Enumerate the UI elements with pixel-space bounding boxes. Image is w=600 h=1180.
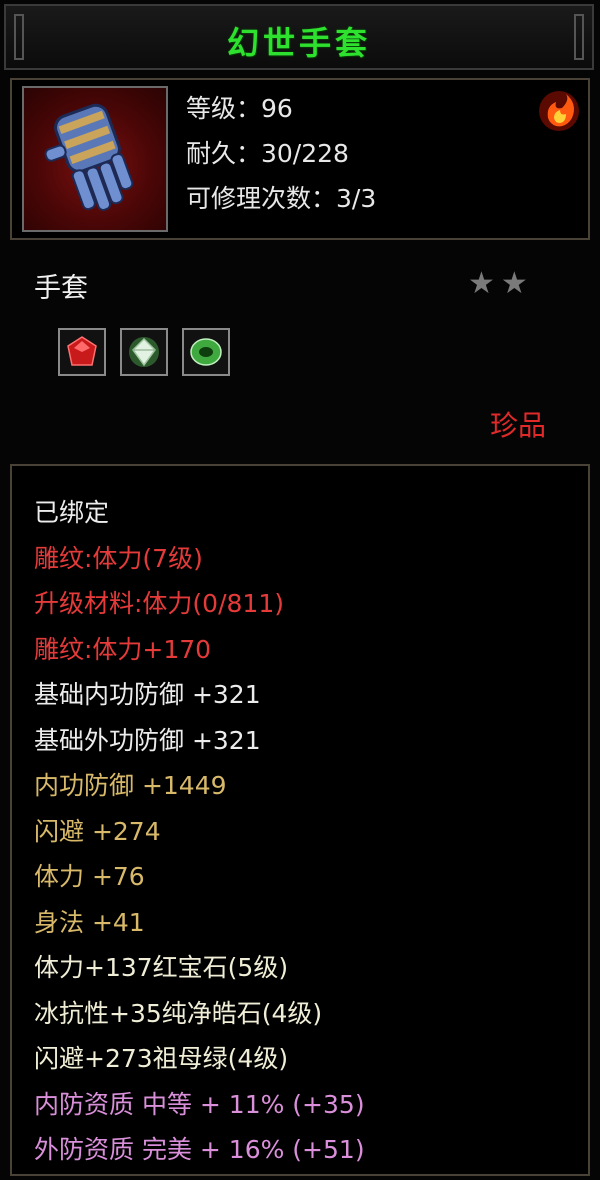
item-stats: 等级：96 耐久：30/228 可修理次数：3/3 [186,86,376,221]
stat-repair-count: 可修理次数：3/3 [186,184,377,213]
item-title: 幻世手套 [226,24,371,62]
attr-inner-quality: 内防资质 中等 + 11% (+35) [34,1089,365,1119]
title-bar: 幻世手套 [4,4,594,70]
attr-evasion: 闪避 +274 [34,816,161,846]
attribute-list: 已绑定 雕纹:体力(7级) 升级材料:体力(0/811) 雕纹:体力+170 基… [34,490,365,1173]
attr-base-outer-defense: 基础外功防御 +321 [34,725,261,755]
attr-agility: 身法 +41 [34,907,145,937]
ruby-gem-icon[interactable] [58,328,106,376]
attr-gem-emerald: 闪避+273祖母绿(4级) [34,1044,289,1073]
fire-element-icon [536,88,582,134]
attr-gem-diamond: 冰抗性+35纯净皓石(4级) [34,998,323,1028]
item-star-rating: ★★ [468,266,534,301]
rarity-label: 珍品 [490,409,547,442]
attr-bound: 已绑定 [34,498,110,527]
attr-base-inner-defense: 基础内功防御 +321 [34,680,261,709]
item-tooltip: 幻世手套 等级：96 耐久：30/228 可修理次数：3/3 手套 ★★ 珍品 … [0,0,600,1180]
diamond-gem-icon[interactable] [120,328,168,376]
emerald-gem-icon[interactable] [182,328,230,376]
attr-engrave-level: 雕纹:体力(7级) [34,543,203,573]
stat-durability: 耐久：30/228 [186,139,349,168]
attr-gem-ruby: 体力+137红宝石(5级) [34,953,289,982]
gauntlet-item-icon [22,86,168,232]
stat-level: 等级：96 [186,94,293,123]
attr-upgrade-material: 升级材料:体力(0/811) [34,589,284,618]
item-type: 手套 [34,273,88,304]
attr-engrave-bonus: 雕纹:体力+170 [34,634,212,664]
attr-outer-quality: 外防资质 完美 + 16% (+51) [34,1135,365,1164]
attr-stamina: 体力 +76 [34,862,145,891]
attr-inner-defense: 内功防御 +1449 [34,771,227,800]
